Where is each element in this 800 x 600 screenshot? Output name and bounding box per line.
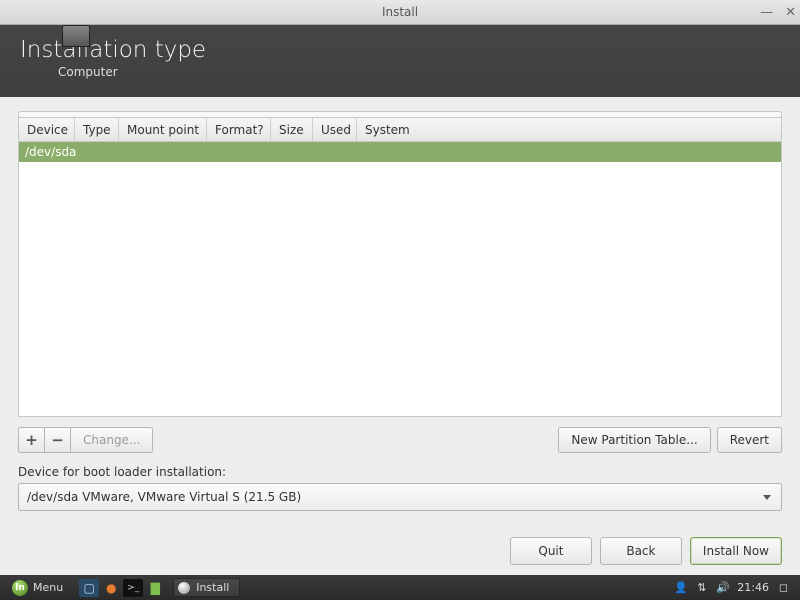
minimize-icon[interactable]: — [760, 5, 773, 20]
row-device: /dev/sda [25, 145, 76, 159]
menu-label: Menu [33, 581, 63, 594]
start-menu-button[interactable]: ln Menu [4, 578, 71, 598]
breadcrumb: Computer [58, 65, 780, 79]
user-icon[interactable]: 👤 [674, 581, 687, 594]
taskbar-app-install[interactable]: Install [173, 578, 240, 597]
window-titlebar: Install — ✕ [0, 0, 800, 25]
quicklaunch: ▢ ● >_ ▇ [79, 579, 165, 597]
partition-toolbar: + − Change... New Partition Table... Rev… [18, 427, 782, 453]
col-device[interactable]: Device [19, 118, 75, 141]
clock[interactable]: 21:46 [737, 581, 769, 594]
show-desktop-icon[interactable]: ▢ [79, 579, 99, 597]
col-system[interactable]: System [357, 118, 781, 141]
session-icon[interactable]: ◻ [777, 581, 790, 594]
installer-header: Installation type Computer [0, 25, 800, 97]
table-header: Device Type Mount point Format? Size Use… [19, 118, 781, 142]
install-now-button[interactable]: Install Now [690, 537, 782, 565]
wizard-footer: Quit Back Install Now [18, 537, 782, 565]
add-partition-button[interactable]: + [18, 427, 44, 453]
bootloader-selected: /dev/sda VMware, VMware Virtual S (21.5 … [27, 490, 301, 504]
quit-button[interactable]: Quit [510, 537, 592, 565]
col-type[interactable]: Type [75, 118, 119, 141]
new-partition-table-button[interactable]: New Partition Table... [558, 427, 710, 453]
close-icon[interactable]: ✕ [785, 5, 796, 20]
col-mount[interactable]: Mount point [119, 118, 207, 141]
col-used[interactable]: Used [313, 118, 357, 141]
drive-icon [62, 25, 90, 47]
revert-button[interactable]: Revert [717, 427, 782, 453]
col-format[interactable]: Format? [207, 118, 271, 141]
files-icon[interactable]: ▇ [145, 579, 165, 597]
mint-logo-icon: ln [12, 580, 28, 596]
taskbar: ln Menu ▢ ● >_ ▇ Install 👤 ⇅ 🔊 21:46 ◻ [0, 575, 800, 600]
remove-partition-button[interactable]: − [44, 427, 70, 453]
col-size[interactable]: Size [271, 118, 313, 141]
network-icon[interactable]: ⇅ [695, 581, 708, 594]
bootloader-device-combo[interactable]: /dev/sda VMware, VMware Virtual S (21.5 … [18, 483, 782, 511]
window-title: Install [382, 5, 418, 19]
firefox-icon[interactable]: ● [101, 579, 121, 597]
chevron-down-icon [763, 495, 771, 500]
change-partition-button[interactable]: Change... [70, 427, 153, 453]
partition-table[interactable]: Device Type Mount point Format? Size Use… [18, 117, 782, 417]
terminal-icon[interactable]: >_ [123, 579, 143, 597]
taskbar-app-label: Install [196, 581, 229, 594]
back-button[interactable]: Back [600, 537, 682, 565]
volume-icon[interactable]: 🔊 [716, 581, 729, 594]
bootloader-label: Device for boot loader installation: [18, 465, 782, 479]
app-icon [178, 582, 190, 594]
page-title: Installation type [20, 37, 780, 63]
table-body: /dev/sda [19, 142, 781, 416]
system-tray: 👤 ⇅ 🔊 21:46 ◻ [674, 581, 796, 594]
installer-content: Device Type Mount point Format? Size Use… [0, 97, 800, 575]
table-row[interactable]: /dev/sda [19, 142, 781, 162]
